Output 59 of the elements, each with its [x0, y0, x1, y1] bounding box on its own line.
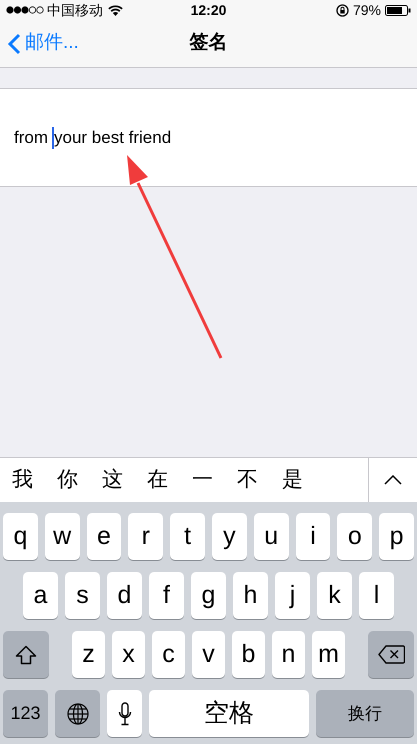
letter-key[interactable]: h: [233, 572, 268, 619]
microphone-key[interactable]: [107, 690, 142, 737]
shift-icon: [15, 644, 37, 664]
letter-key[interactable]: y: [212, 513, 247, 560]
microphone-icon: [118, 702, 132, 726]
chevron-up-icon: [384, 475, 402, 485]
letter-key[interactable]: x: [112, 631, 145, 678]
letter-key[interactable]: c: [152, 631, 185, 678]
wifi-icon: [108, 4, 123, 16]
letter-key[interactable]: f: [149, 572, 184, 619]
delete-icon: [378, 645, 404, 664]
signature-text: your best friend: [54, 126, 172, 149]
text-cursor: [52, 126, 54, 148]
back-button[interactable]: 邮件...: [0, 29, 79, 58]
globe-key[interactable]: [55, 690, 100, 737]
page-title: 签名: [190, 31, 228, 56]
candidate-word[interactable]: 这: [102, 464, 123, 496]
letter-key[interactable]: n: [272, 631, 305, 678]
letter-key[interactable]: d: [107, 572, 142, 619]
letter-key[interactable]: g: [191, 572, 226, 619]
return-key[interactable]: 换行: [316, 690, 414, 737]
letter-key[interactable]: p: [379, 513, 414, 560]
signal-icon: [6, 6, 44, 14]
letter-key[interactable]: e: [86, 513, 122, 560]
letter-key[interactable]: m: [312, 631, 345, 678]
candidate-word[interactable]: 你: [57, 464, 78, 496]
letter-key[interactable]: s: [65, 572, 100, 619]
letter-key[interactable]: j: [275, 572, 310, 619]
letter-key[interactable]: r: [128, 513, 164, 560]
rotation-lock-icon: [336, 4, 349, 16]
signature-text: from: [14, 126, 48, 149]
delete-key[interactable]: [368, 631, 414, 678]
letter-key[interactable]: b: [232, 631, 265, 678]
battery-percent: 79%: [352, 0, 381, 20]
letter-key[interactable]: a: [23, 572, 58, 619]
letter-key[interactable]: o: [337, 513, 372, 560]
candidate-word[interactable]: 是: [282, 464, 303, 496]
clock-time: 12:20: [190, 0, 226, 20]
back-chevron-icon: [8, 32, 21, 54]
letter-key[interactable]: w: [44, 513, 80, 560]
carrier-name: 中国移动: [47, 0, 103, 20]
battery-icon: [385, 4, 411, 16]
letter-key[interactable]: u: [254, 513, 289, 560]
letter-key[interactable]: q: [3, 513, 38, 560]
candidate-word[interactable]: 我: [12, 464, 33, 496]
candidate-word[interactable]: 一: [192, 464, 213, 496]
letter-key[interactable]: i: [296, 513, 330, 560]
globe-icon: [66, 702, 88, 724]
letter-key[interactable]: v: [192, 631, 225, 678]
letter-key[interactable]: t: [170, 513, 205, 560]
letter-key[interactable]: k: [317, 572, 352, 619]
shift-key[interactable]: [3, 631, 49, 678]
candidate-word[interactable]: 不: [237, 464, 258, 496]
signature-field[interactable]: from your best friend: [0, 88, 417, 187]
numbers-key[interactable]: 123: [3, 690, 48, 737]
letter-key[interactable]: l: [359, 572, 394, 619]
space-key[interactable]: 空格: [149, 690, 309, 737]
candidate-word[interactable]: 在: [147, 464, 168, 496]
letter-key[interactable]: z: [72, 631, 105, 678]
